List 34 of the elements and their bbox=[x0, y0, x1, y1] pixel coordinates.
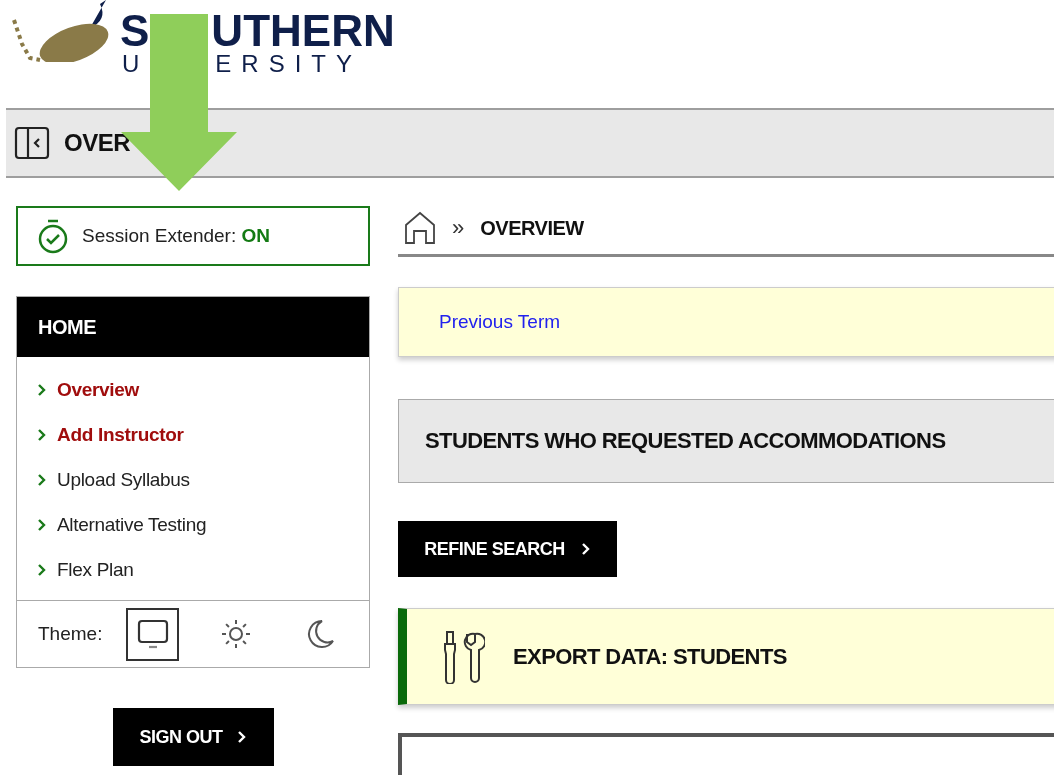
page-title: OVER bbox=[64, 129, 130, 157]
sidebar-toggle-icon[interactable] bbox=[14, 125, 50, 161]
breadcrumb-separator: » bbox=[452, 215, 465, 241]
home-icon[interactable] bbox=[404, 211, 436, 245]
logo-subtext: U bbox=[122, 52, 150, 76]
chevron-icon bbox=[37, 562, 47, 577]
stopwatch-icon bbox=[36, 218, 70, 254]
previous-term-link[interactable]: Previous Term bbox=[439, 311, 561, 333]
export-title: EXPORT DATA: STUDENTS bbox=[513, 643, 787, 670]
nav-link[interactable]: Upload Syllabus bbox=[37, 457, 369, 502]
chevron-icon bbox=[37, 517, 47, 532]
nav-link[interactable]: Alternative Testing bbox=[37, 502, 369, 547]
section-title: STUDENTS WHO REQUESTED ACCOMMODATIONS bbox=[425, 428, 946, 454]
theme-label: Theme: bbox=[38, 623, 103, 645]
session-extender-panel[interactable]: Session Extender: ON bbox=[16, 206, 370, 266]
nav-link[interactable]: Add Instructor bbox=[37, 412, 369, 457]
refine-search-button[interactable]: REFINE SEARCH bbox=[398, 521, 617, 577]
chevron-icon bbox=[580, 542, 591, 556]
logo-subtext: ERSITY bbox=[215, 52, 363, 76]
sign-out-button[interactable]: SIGN OUT bbox=[112, 708, 274, 766]
logo-emblem-icon bbox=[10, 0, 110, 62]
chevron-icon bbox=[236, 730, 247, 744]
logo-text: S bbox=[120, 10, 150, 52]
chevron-icon bbox=[37, 382, 47, 397]
monitor-icon bbox=[135, 617, 170, 651]
nav-link[interactable]: Flex Plan bbox=[37, 547, 369, 592]
nav-link[interactable]: Overview bbox=[37, 367, 369, 412]
chevron-icon bbox=[37, 427, 47, 442]
breadcrumb-current: OVERVIEW bbox=[480, 216, 584, 240]
chevron-icon bbox=[37, 472, 47, 487]
theme-option[interactable] bbox=[126, 607, 180, 661]
logo-text: UTHERN bbox=[211, 10, 395, 52]
menu-heading: HOME bbox=[17, 297, 369, 357]
session-extender-label: Session Extender: ON bbox=[82, 225, 270, 247]
